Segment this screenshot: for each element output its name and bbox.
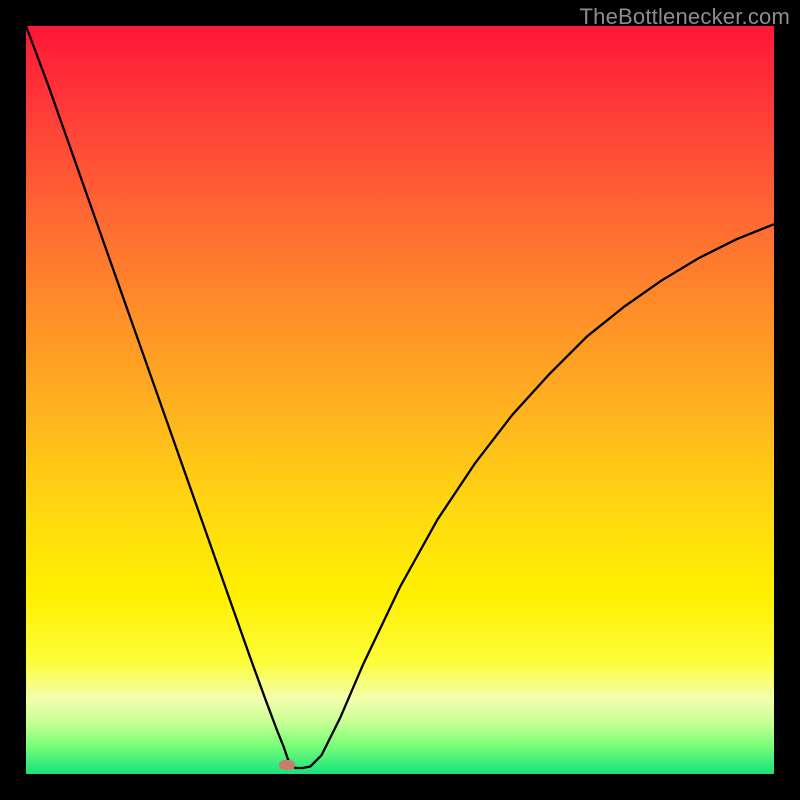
- curve-svg: [26, 26, 774, 774]
- watermark-text: TheBottlenecker.com: [580, 4, 790, 30]
- plot-area: [26, 26, 774, 774]
- minimum-marker: [279, 760, 295, 770]
- curve-path: [26, 26, 774, 768]
- chart-frame: TheBottlenecker.com: [0, 0, 800, 800]
